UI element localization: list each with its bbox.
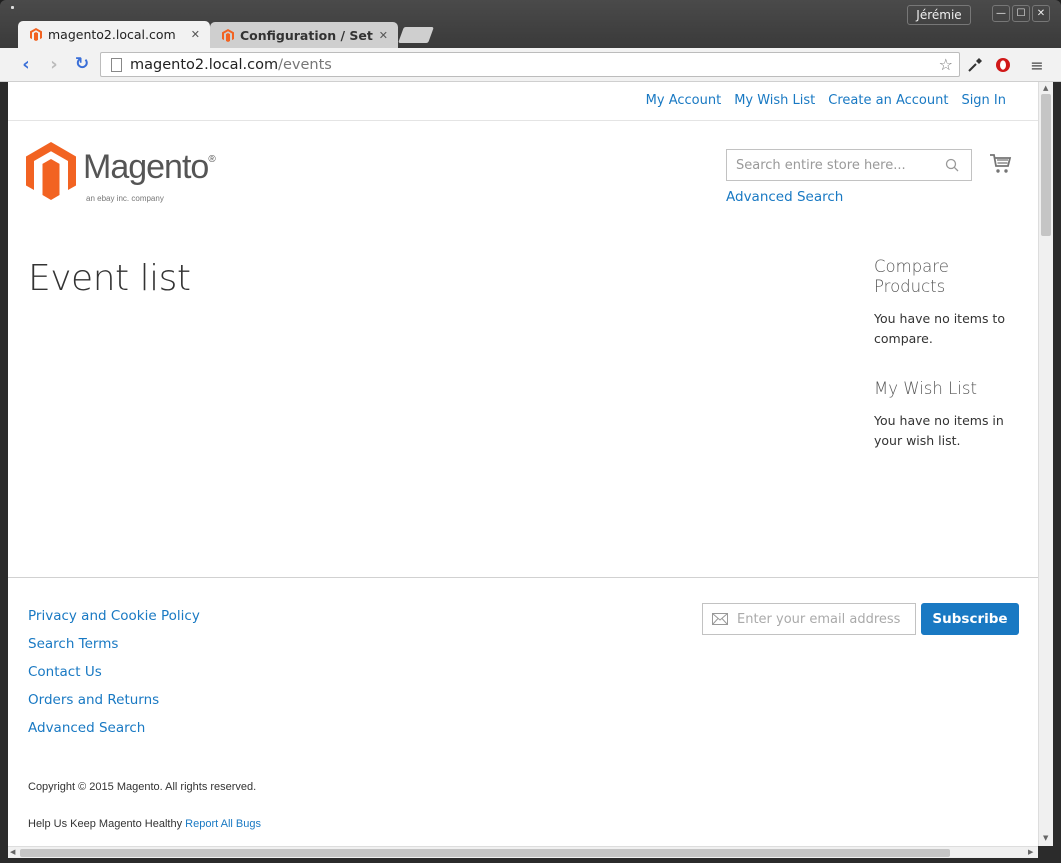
logo-tagline: an ebay inc. company [86,194,164,203]
address-bar[interactable]: magento2.local.com/events ☆ [100,52,960,77]
footer-links: Privacy and Cookie Policy Search Terms C… [28,602,200,742]
magento-favicon-icon [30,28,42,41]
search-icon[interactable] [945,158,959,172]
window-frame-right [1053,82,1061,863]
wishlist-block: My Wish List You have no items in your w… [874,379,1024,451]
newsletter-email-input[interactable]: Enter your email address [702,603,916,635]
footer-link-orders-returns[interactable]: Orders and Returns [28,692,159,708]
menu-icon[interactable]: ≡ [1028,56,1046,75]
scroll-left-icon[interactable]: ◀ [10,848,15,856]
tab-magento-events[interactable]: magento2.local.com ✕ [18,21,210,48]
reload-icon[interactable]: ↻ [72,54,92,74]
header-links: My Account My Wish List Create an Accoun… [646,93,1006,108]
advanced-search-link[interactable]: Advanced Search [726,189,843,205]
footer-link-privacy[interactable]: Privacy and Cookie Policy [28,608,200,624]
header-link-sign-in[interactable]: Sign In [961,93,1006,108]
opera-icon[interactable] [994,56,1012,74]
compare-products-empty-text: You have no items to compare. [874,311,1005,346]
star-icon[interactable]: ☆ [939,55,953,74]
scroll-up-icon[interactable]: ▲ [1043,84,1048,92]
subscribe-button[interactable]: Subscribe [921,603,1019,635]
new-tab-button[interactable] [398,27,434,43]
logo-wordmark: Magento® [83,148,216,186]
window-frame-left [0,82,8,863]
close-window-icon[interactable]: ✕ [1032,5,1050,22]
cart-icon[interactable] [990,154,1012,174]
back-arrow-icon[interactable]: ‹ [16,54,36,75]
report-bugs-text: Help Us Keep Magento Healthy [28,818,183,830]
window-menu-dot[interactable] [11,6,14,9]
search-input[interactable]: Search entire store here... [726,149,972,181]
magento-favicon-icon [222,28,234,42]
vertical-scrollbar[interactable]: ▲ ▼ [1038,82,1053,846]
header-link-create-account[interactable]: Create an Account [828,93,948,108]
envelope-icon [712,613,728,625]
footer-link-search-terms[interactable]: Search Terms [28,636,118,652]
maximize-icon[interactable]: ☐ [1012,5,1030,22]
footer-divider [8,577,1038,578]
copyright-text: Copyright © 2015 Magento. All rights res… [28,781,257,793]
tab-close-icon[interactable]: ✕ [379,29,388,42]
wishlist-title: My Wish List [874,379,977,398]
title-bar: magento2.local.com ✕ Configuration / Set… [0,0,1061,48]
page-viewport: My Account My Wish List Create an Accoun… [8,82,1038,846]
scroll-right-icon[interactable]: ▶ [1028,848,1033,856]
report-bugs-line: Help Us Keep Magento Healthy Report All … [28,818,261,830]
search-placeholder: Search entire store here... [736,157,906,173]
window-frame-bottom [0,858,1061,863]
url-path: /events [278,56,332,73]
eyedropper-icon[interactable] [966,56,984,74]
newsletter-placeholder: Enter your email address [737,611,901,627]
report-bugs-link[interactable]: Report All Bugs [185,818,261,830]
sidebar: Compare Products You have no items to co… [874,257,1024,481]
page-title: Event list [28,258,191,299]
compare-products-title: Compare Products [874,257,949,296]
tab-title: Configuration / Sett [240,27,373,43]
magento-logo-icon [26,142,76,200]
horizontal-scrollbar[interactable]: ◀ ▶ [8,846,1038,858]
vertical-scroll-thumb[interactable] [1041,94,1051,236]
browser-window: magento2.local.com ✕ Configuration / Set… [0,0,1061,863]
scroll-down-icon[interactable]: ▼ [1043,834,1048,842]
wishlist-empty-text: You have no items in your wish list. [874,413,1004,448]
compare-products-block: Compare Products You have no items to co… [874,257,1024,349]
store-logo[interactable]: Magento® an ebay inc. company [26,140,226,206]
header-divider [8,120,1038,121]
footer-link-advanced-search[interactable]: Advanced Search [28,720,145,736]
minimize-icon[interactable]: — [992,5,1010,22]
header-link-my-account[interactable]: My Account [646,93,722,108]
horizontal-scroll-thumb[interactable] [20,849,950,857]
forward-arrow-icon[interactable]: › [44,54,64,75]
page-icon [111,57,122,72]
footer-link-contact-us[interactable]: Contact Us [28,664,102,680]
url-host: magento2.local.com [130,56,279,73]
tab-title: magento2.local.com [48,27,176,42]
browser-toolbar: ‹ › ↻ magento2.local.com/events ☆ ≡ [0,48,1061,82]
tab-close-icon[interactable]: ✕ [191,28,200,41]
tab-configuration[interactable]: Configuration / Sett ✕ [210,22,398,48]
profile-button[interactable]: Jérémie [907,5,971,25]
header-link-my-wish-list[interactable]: My Wish List [734,93,815,108]
